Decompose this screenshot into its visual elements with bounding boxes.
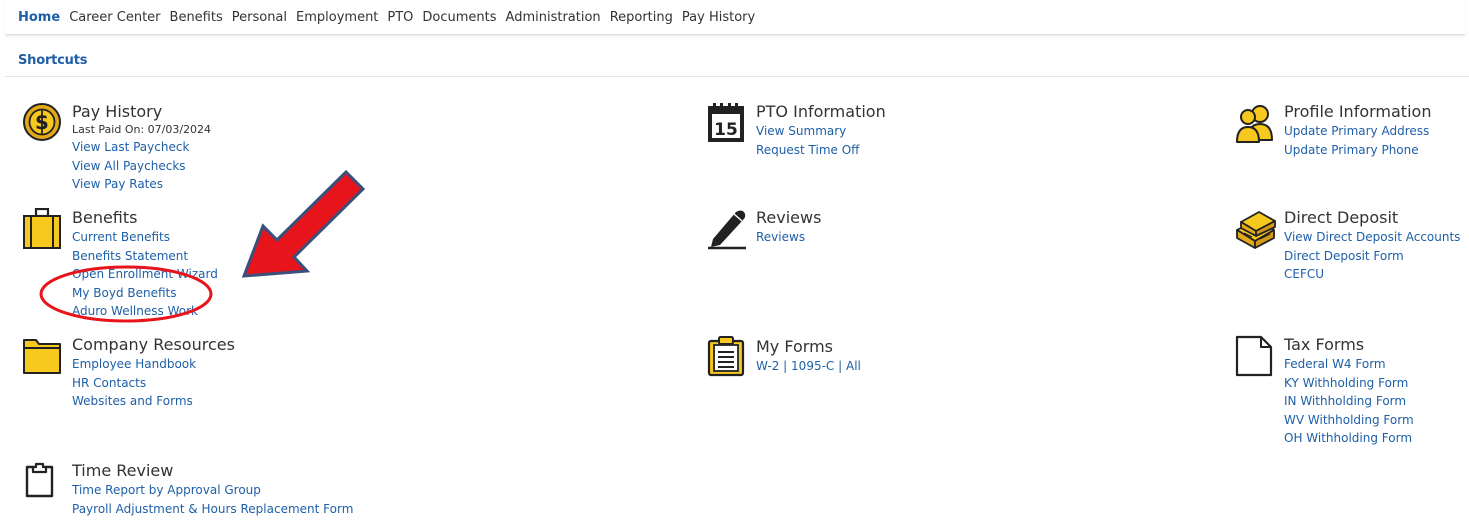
reviews-link[interactable]: Reviews xyxy=(756,228,821,247)
tax-forms-title: Tax Forms xyxy=(1284,335,1365,354)
last-paid-date: Last Paid On: 07/03/2024 xyxy=(72,123,212,136)
federal-w4-form-link[interactable]: Federal W4 Form xyxy=(1284,355,1414,374)
reviews-title: Reviews xyxy=(756,208,822,227)
view-last-paycheck-link[interactable]: View Last Paycheck xyxy=(72,138,211,157)
pen-icon[interactable] xyxy=(706,208,746,250)
1095c-link[interactable]: 1095-C xyxy=(791,359,834,373)
current-benefits-link[interactable]: Current Benefits xyxy=(72,228,218,247)
money-stack-icon[interactable] xyxy=(1234,208,1276,249)
time-review-title: Time Review xyxy=(72,461,174,480)
nav-pto[interactable]: PTO xyxy=(387,10,413,25)
my-forms-title: My Forms xyxy=(756,337,833,356)
view-all-paychecks-link[interactable]: View All Paychecks xyxy=(72,157,211,176)
dollar-coin-icon[interactable]: S xyxy=(22,102,62,142)
all-forms-link[interactable]: All xyxy=(846,359,861,373)
w2-link[interactable]: W-2 xyxy=(756,359,779,373)
wv-withholding-form-link[interactable]: WV Withholding Form xyxy=(1284,411,1414,430)
hr-contacts-link[interactable]: HR Contacts xyxy=(72,374,235,393)
my-forms-links: W-2 | 1095-C | All xyxy=(756,357,861,376)
folder-icon[interactable] xyxy=(22,335,62,375)
open-enrollment-wizard-link[interactable]: Open Enrollment Wizard xyxy=(72,265,218,284)
payroll-adjustment-link[interactable]: Payroll Adjustment & Hours Replacement F… xyxy=(72,500,353,519)
cefcu-link[interactable]: CEFCU xyxy=(1284,265,1460,284)
time-report-link[interactable]: Time Report by Approval Group xyxy=(72,481,353,500)
in-withholding-form-link[interactable]: IN Withholding Form xyxy=(1284,392,1414,411)
calendar-icon[interactable]: 15 xyxy=(706,102,746,142)
nav-career-center[interactable]: Career Center xyxy=(69,10,160,25)
view-direct-deposit-accounts-link[interactable]: View Direct Deposit Accounts xyxy=(1284,228,1460,247)
update-primary-phone-link[interactable]: Update Primary Phone xyxy=(1284,141,1431,160)
websites-and-forms-link[interactable]: Websites and Forms xyxy=(72,392,235,411)
nav-home[interactable]: Home xyxy=(18,10,60,25)
benefits-title: Benefits xyxy=(72,208,138,227)
shortcuts-header: Shortcuts xyxy=(5,44,1469,77)
ky-withholding-form-link[interactable]: KY Withholding Form xyxy=(1284,374,1414,393)
nav-administration[interactable]: Administration xyxy=(506,10,601,25)
update-primary-address-link[interactable]: Update Primary Address xyxy=(1284,122,1431,141)
nav-reporting[interactable]: Reporting xyxy=(610,10,673,25)
nav-benefits[interactable]: Benefits xyxy=(170,10,223,25)
separator: | xyxy=(783,359,788,373)
top-navigation: Home Career Center Benefits Personal Emp… xyxy=(5,0,1465,35)
nav-documents[interactable]: Documents xyxy=(422,10,496,25)
company-resources-title: Company Resources xyxy=(72,335,235,354)
nav-employment[interactable]: Employment xyxy=(296,10,378,25)
benefits-statement-link[interactable]: Benefits Statement xyxy=(72,247,218,266)
users-icon[interactable] xyxy=(1234,102,1274,143)
my-boyd-benefits-link[interactable]: My Boyd Benefits xyxy=(72,284,218,303)
employee-handbook-link[interactable]: Employee Handbook xyxy=(72,355,235,374)
clipboard-icon[interactable] xyxy=(22,461,62,501)
oh-withholding-form-link[interactable]: OH Withholding Form xyxy=(1284,429,1414,448)
direct-deposit-title: Direct Deposit xyxy=(1284,208,1399,227)
profile-information-title: Profile Information xyxy=(1284,102,1432,121)
separator: | xyxy=(838,359,843,373)
calendar-day: 15 xyxy=(714,120,738,140)
nav-personal[interactable]: Personal xyxy=(232,10,287,25)
blank-document-icon[interactable] xyxy=(1234,335,1274,377)
request-time-off-link[interactable]: Request Time Off xyxy=(756,141,886,160)
aduro-wellness-work-link[interactable]: Aduro Wellness Work xyxy=(72,302,218,321)
direct-deposit-form-link[interactable]: Direct Deposit Form xyxy=(1284,247,1460,266)
pto-information-title: PTO Information xyxy=(756,102,886,121)
view-pay-rates-link[interactable]: View Pay Rates xyxy=(72,175,211,194)
pay-history-title: Pay History xyxy=(72,102,163,121)
annotation-overlay xyxy=(39,169,366,323)
briefcase-icon[interactable] xyxy=(22,207,62,249)
pointer-arrow xyxy=(241,169,366,278)
document-list-icon[interactable] xyxy=(706,335,746,377)
nav-pay-history[interactable]: Pay History xyxy=(682,10,755,25)
view-summary-link[interactable]: View Summary xyxy=(756,122,886,141)
shortcuts-title: Shortcuts xyxy=(18,53,88,68)
